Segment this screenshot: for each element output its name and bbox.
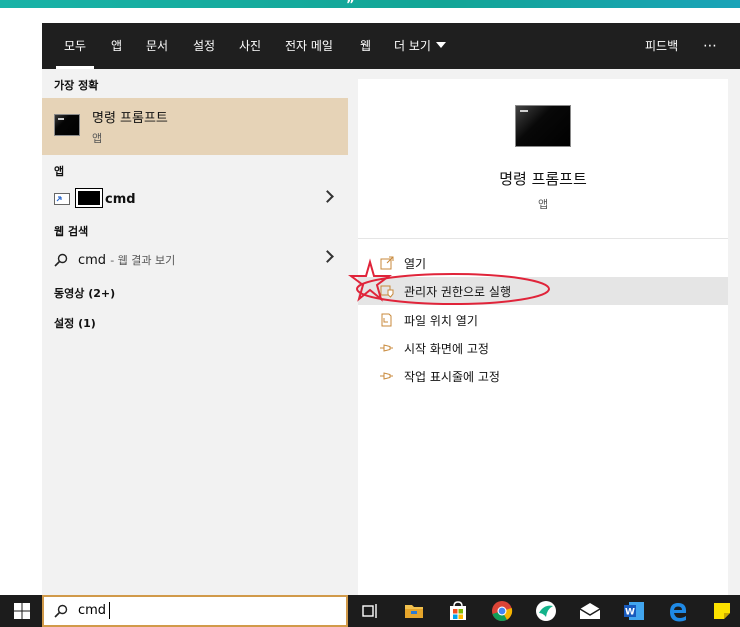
preview-pane: 명령 프롬프트 앱 열기 관리자 권한으로 실행 파일 위치 열기 시작 화면에… [358,79,728,595]
apps-header: 앱 [54,165,65,178]
tab-documents[interactable]: 문서 [146,23,168,69]
divider [358,238,728,239]
word-icon[interactable]: W [623,600,645,622]
search-input-value: cmd [78,603,107,618]
action-run-as-admin-label: 관리자 권한으로 실행 [404,285,511,299]
chrome-icon[interactable] [491,600,513,622]
action-pin-to-start-label: 시작 화면에 고정 [404,342,489,356]
action-pin-to-taskbar[interactable]: 작업 표시줄에 고정 [358,362,728,390]
quote-mark: ” [346,0,355,13]
start-search-panel: 모두 앱 문서 설정 사진 전자 메일 웹 더 보기 피드백 ⋯ 가장 정확 명… [42,23,740,595]
action-run-as-admin[interactable]: 관리자 권한으로 실행 [358,277,728,305]
pin-icon [380,372,393,380]
best-match-header: 가장 정확 [54,79,99,92]
tab-all[interactable]: 모두 [55,23,95,69]
tab-photos[interactable]: 사진 [239,23,261,69]
best-match-item[interactable]: 명령 프롬프트 앱 [42,98,348,155]
best-match-title: 명령 프롬프트 [92,111,168,126]
videos-header[interactable]: 동영상 (2+) [54,285,115,301]
app-icon[interactable] [535,600,557,622]
command-prompt-large-icon [515,105,571,147]
redacted-box [75,188,103,208]
svg-text:W: W [625,608,635,618]
chevron-right-icon [321,190,334,203]
edge-icon[interactable] [667,600,689,622]
windows-start-icon[interactable] [14,603,30,619]
shield-icon [380,285,394,298]
filter-bar: 모두 앱 문서 설정 사진 전자 메일 웹 더 보기 피드백 ⋯ [42,23,740,69]
best-match-subtitle: 앱 [92,132,103,145]
sticky-notes-icon[interactable] [711,600,733,622]
chevron-right-icon [321,250,334,263]
shortcut-icon [54,193,70,205]
action-pin-to-taskbar-label: 작업 표시줄에 고정 [404,370,500,384]
preview-subtitle: 앱 [537,198,549,211]
top-strip [0,0,740,8]
task-view-icon[interactable] [359,600,381,622]
feedback-button[interactable]: 피드백 [645,23,678,69]
action-pin-to-start[interactable]: 시작 화면에 고정 [358,334,728,362]
tab-more-label: 더 보기 [394,39,431,53]
chevron-down-icon [435,42,446,48]
search-icon [54,253,68,267]
web-search-query: cmd [78,253,107,268]
tab-settings[interactable]: 설정 [193,23,215,69]
taskbar: cmd W [0,595,740,627]
open-icon [380,256,394,270]
preview-title: 명령 프롬프트 [499,170,587,188]
tab-email[interactable]: 전자 메일 [285,23,333,69]
web-search-header: 웹 검색 [54,225,89,238]
tab-more[interactable]: 더 보기 [394,23,446,69]
taskbar-search-box[interactable]: cmd [42,595,348,627]
file-location-icon [381,313,392,327]
action-open-file-location[interactable]: 파일 위치 열기 [358,306,728,334]
settings-header[interactable]: 설정 (1) [54,315,96,331]
action-open-file-location-label: 파일 위치 열기 [404,314,478,328]
results-list: 가장 정확 명령 프롬프트 앱 앱 cmd 웹 검색 cmd - 웹 결과 보기… [42,69,348,595]
app-item-cmd[interactable]: cmd [42,185,348,215]
store-icon[interactable] [447,600,469,622]
action-open[interactable]: 열기 [358,249,728,277]
app-item-label: cmd [105,192,136,207]
text-cursor [109,602,110,619]
action-open-label: 열기 [404,257,427,271]
mail-icon[interactable] [579,600,601,622]
command-prompt-icon [54,114,80,136]
search-icon [54,604,68,618]
pin-icon [380,344,393,352]
tab-apps[interactable]: 앱 [111,23,122,69]
tab-web[interactable]: 웹 [360,23,371,69]
file-explorer-icon[interactable] [403,600,425,622]
web-search-item[interactable]: cmd - 웹 결과 보기 [42,245,348,275]
more-options-icon[interactable]: ⋯ [703,23,717,69]
web-search-hint: - 웹 결과 보기 [110,254,176,267]
